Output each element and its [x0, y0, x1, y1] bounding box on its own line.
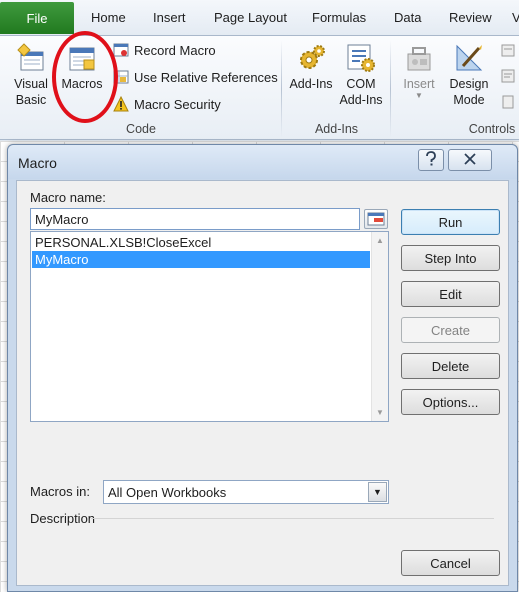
- add-ins-label: Add-Ins: [289, 77, 333, 91]
- run-dialog-icon[interactable]: [500, 94, 516, 110]
- visual-basic-button[interactable]: Visual Basic: [9, 42, 53, 108]
- macro-security-label: Macro Security: [134, 96, 221, 112]
- options-button[interactable]: Options...: [401, 389, 500, 415]
- use-relative-references-button[interactable]: Use Relative References: [113, 66, 278, 88]
- record-macro-button[interactable]: Record Macro: [113, 39, 216, 61]
- tab-view[interactable]: V: [512, 10, 519, 25]
- create-button[interactable]: Create: [401, 317, 500, 343]
- view-code-icon[interactable]: [500, 68, 516, 84]
- design-mode-icon: [453, 42, 485, 74]
- macros-in-value: All Open Workbooks: [108, 485, 227, 500]
- dialog-titlebar[interactable]: Macro: [8, 145, 517, 179]
- list-scrollbar[interactable]: ▲ ▼: [371, 232, 388, 421]
- record-macro-label: Record Macro: [134, 42, 216, 58]
- controls-group-label: Controls: [468, 122, 516, 136]
- design-mode-label-2: Mode: [453, 93, 485, 107]
- record-macro-icon: [113, 42, 129, 58]
- code-group-label: Code: [126, 122, 156, 136]
- visual-basic-label-2: Basic: [15, 93, 47, 107]
- visual-basic-icon: [15, 42, 47, 74]
- chevron-down-icon[interactable]: ▼: [368, 482, 387, 502]
- close-button[interactable]: [448, 149, 492, 171]
- macro-list[interactable]: PERSONAL.XLSB!CloseExcel MyMacro ▲ ▼: [30, 231, 389, 422]
- scroll-down-icon[interactable]: ▼: [372, 404, 388, 421]
- tab-insert[interactable]: Insert: [153, 10, 186, 25]
- com-add-ins-label-1: COM: [346, 77, 376, 91]
- range-picker-icon: [367, 212, 385, 226]
- group-separator: [390, 40, 391, 138]
- insert-control-label: Insert: [403, 77, 435, 91]
- tab-home[interactable]: Home: [91, 10, 126, 25]
- macro-name-label: Macro name:: [30, 190, 106, 205]
- com-add-ins-icon: [345, 42, 377, 74]
- design-mode-button[interactable]: Design Mode: [446, 42, 492, 108]
- tab-file[interactable]: File: [0, 2, 74, 34]
- run-button[interactable]: Run: [401, 209, 500, 235]
- toolbox-icon: [403, 42, 435, 74]
- description-label: Description: [30, 511, 96, 526]
- tab-page-layout[interactable]: Page Layout: [214, 10, 287, 25]
- close-icon: [464, 152, 476, 168]
- ribbon-developer: Visual Basic Macros Record Macro Use Rel…: [0, 31, 519, 140]
- help-button[interactable]: [418, 149, 444, 171]
- macros-in-label: Macros in:: [30, 484, 90, 499]
- add-ins-group-label: Add-Ins: [314, 122, 359, 136]
- question-icon: [424, 150, 438, 170]
- dropdown-arrow-icon: ▼: [415, 91, 423, 100]
- insert-control-button[interactable]: Insert ▼: [398, 42, 440, 100]
- properties-icon[interactable]: [500, 42, 516, 58]
- tab-formulas[interactable]: Formulas: [312, 10, 366, 25]
- highlight-circle: [52, 31, 118, 123]
- warning-icon: [113, 95, 129, 112]
- macro-name-input[interactable]: [30, 208, 360, 230]
- ribbon-tab-bar: File Home Insert Page Layout Formulas Da…: [0, 0, 519, 36]
- list-item-selected[interactable]: MyMacro: [32, 251, 370, 268]
- macro-dialog: Macro Macro name: PERSONAL.XLSB!CloseExc…: [7, 144, 518, 592]
- collapse-dialog-button[interactable]: [364, 209, 388, 229]
- cancel-button[interactable]: Cancel: [401, 550, 500, 576]
- delete-button[interactable]: Delete: [401, 353, 500, 379]
- tab-review[interactable]: Review: [449, 10, 492, 25]
- use-relative-references-label: Use Relative References: [134, 69, 278, 85]
- dialog-body: Macro name: PERSONAL.XLSB!CloseExcel MyM…: [16, 180, 509, 586]
- visual-basic-label-1: Visual: [14, 77, 48, 91]
- step-into-button[interactable]: Step Into: [401, 245, 500, 271]
- com-add-ins-label-2: Add-Ins: [339, 93, 383, 107]
- com-add-ins-button[interactable]: COM Add-Ins: [338, 42, 384, 108]
- edit-button[interactable]: Edit: [401, 281, 500, 307]
- macros-in-select[interactable]: All Open Workbooks ▼: [103, 480, 389, 504]
- add-ins-button[interactable]: Add-Ins: [286, 42, 336, 92]
- macro-security-button[interactable]: Macro Security: [113, 93, 221, 115]
- design-mode-label-1: Design: [449, 77, 489, 91]
- dialog-title: Macro: [18, 155, 57, 171]
- gear-icon: [295, 42, 327, 74]
- list-item[interactable]: PERSONAL.XLSB!CloseExcel: [32, 234, 370, 251]
- tab-data[interactable]: Data: [394, 10, 421, 25]
- description-divider: [91, 518, 494, 519]
- scroll-up-icon[interactable]: ▲: [372, 232, 388, 249]
